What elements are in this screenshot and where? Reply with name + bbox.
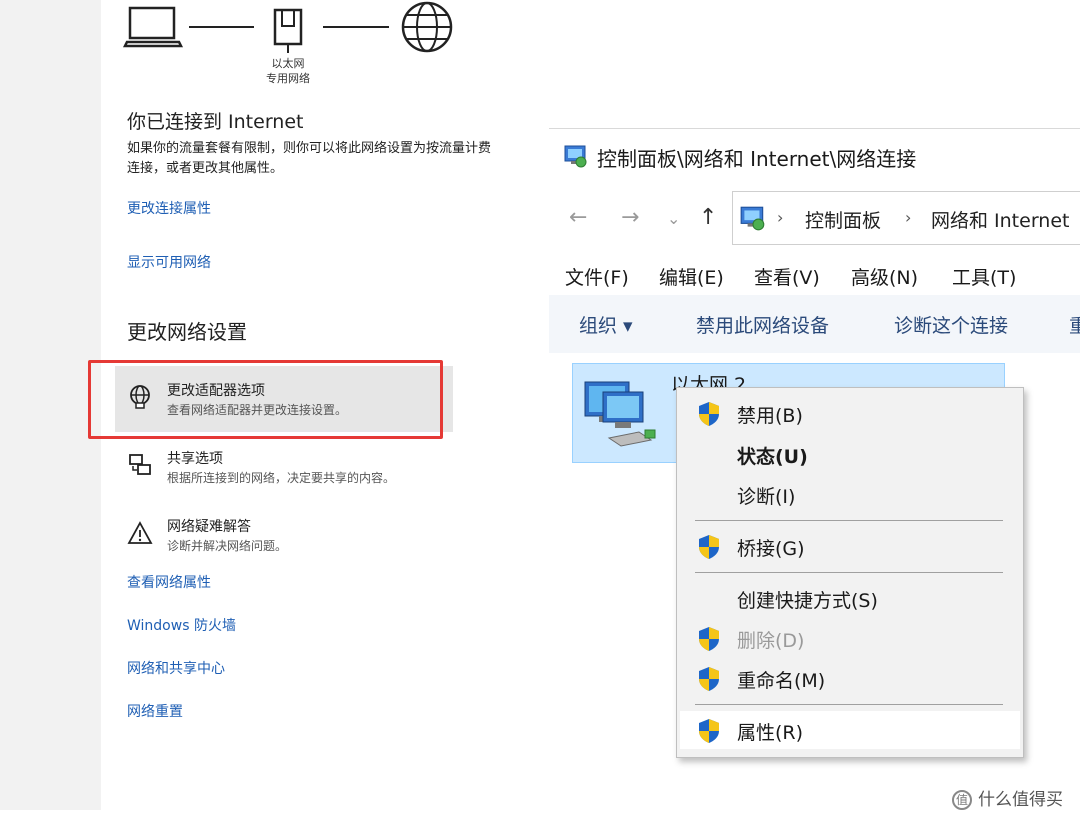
ctx-status[interactable]: 状态(U) [677, 435, 1023, 473]
ethernet-label: 以太网 专用网络 [253, 56, 323, 86]
forward-arrow-icon[interactable]: → [621, 205, 639, 230]
ethernet-name: 以太网 [271, 57, 305, 70]
sharing-icon [129, 454, 151, 475]
ethernet-icon [273, 8, 303, 53]
connected-description: 如果你的流量套餐有限制，则你可以将此网络设置为按流量计费 连接，或者更改其他属性… [127, 139, 557, 179]
network-sharing-center-link[interactable]: 网络和共享中心 [127, 658, 225, 678]
uac-shield-icon [699, 535, 719, 559]
menu-file[interactable]: 文件(F) [565, 263, 629, 290]
sharing-options[interactable]: 共享选项 根据所连接到的网络，决定要共享的内容。 [115, 436, 453, 502]
breadcrumb-separator-icon: › [905, 208, 912, 227]
left-strip [0, 0, 101, 810]
ctx-rename[interactable]: 重命名(M) [677, 659, 1023, 697]
ctx-properties[interactable]: 属性(R) [680, 711, 1020, 749]
menu-tools[interactable]: 工具(T) [952, 263, 1016, 290]
ctx-disable[interactable]: 禁用(B) [677, 394, 1023, 432]
menu-edit[interactable]: 编辑(E) [659, 263, 724, 290]
network-diagram [122, 1, 453, 53]
option-title: 共享选项 [167, 451, 223, 467]
menu-bar: 文件(F) 编辑(E) 查看(V) 高级(N) 工具(T) [549, 259, 1080, 295]
watermark-text: 什么值得买 [978, 790, 1063, 810]
command-bar: 组织 ▾ 禁用此网络设备 诊断这个连接 重 [549, 295, 1080, 353]
network-troubleshooter[interactable]: 网络疑难解答 诊断并解决网络问题。 [115, 504, 453, 570]
windows-firewall-link[interactable]: Windows 防火墙 [127, 615, 236, 635]
navigation-bar: ← → ⌄ ↑ › 控制面板 › 网络和 Internet [549, 191, 1080, 247]
warning-icon [127, 521, 153, 544]
uac-shield-icon [699, 667, 719, 691]
watermark: 值什么值得买 [952, 785, 1063, 810]
change-connection-properties-link[interactable]: 更改连接属性 [127, 198, 211, 218]
context-menu: 禁用(B) 状态(U) 诊断(I) 桥接(G) 创建快捷方式(S) 删除(D) … [676, 387, 1024, 758]
breadcrumb-control-panel[interactable]: 控制面板 [805, 206, 881, 233]
network-reset-link[interactable]: 网络重置 [127, 701, 183, 721]
ctx-label: 桥接(G) [737, 538, 805, 560]
uac-shield-icon [699, 719, 719, 743]
view-network-properties-link[interactable]: 查看网络属性 [127, 572, 211, 592]
connected-desc-line1: 如果你的流量套餐有限制，则你可以将此网络设置为按流量计费 [127, 141, 492, 156]
overflow-command-button[interactable]: 重 [1069, 311, 1080, 338]
uac-shield-icon [699, 402, 719, 426]
organize-button[interactable]: 组织 ▾ [579, 311, 633, 338]
change-network-settings-heading: 更改网络设置 [127, 320, 247, 344]
control-panel-icon [564, 145, 587, 168]
address-bar[interactable]: › 控制面板 › 网络和 Internet [732, 191, 1080, 245]
ctx-label: 诊断(I) [737, 486, 796, 508]
ctx-delete[interactable]: 删除(D) [677, 619, 1023, 657]
menu-separator [695, 572, 1003, 573]
up-arrow-icon[interactable]: ↑ [699, 205, 717, 230]
menu-separator [695, 520, 1003, 521]
ethernet-profile: 专用网络 [266, 72, 310, 85]
highlight-annotation-box [88, 360, 443, 439]
ctx-label: 创建快捷方式(S) [737, 590, 878, 612]
ctx-diagnose[interactable]: 诊断(I) [677, 475, 1023, 513]
network-adapter-icon [584, 381, 656, 447]
menu-separator [695, 704, 1003, 705]
connected-desc-line2: 连接，或者更改其他属性。 [127, 161, 284, 176]
show-available-networks-link[interactable]: 显示可用网络 [127, 252, 211, 272]
menu-view[interactable]: 查看(V) [754, 263, 820, 290]
ctx-label: 删除(D) [737, 630, 805, 652]
breadcrumb-network-internet[interactable]: 网络和 Internet [931, 206, 1069, 233]
back-arrow-icon[interactable]: ← [569, 205, 587, 230]
menu-advanced[interactable]: 高级(N) [851, 263, 918, 290]
ctx-bridge[interactable]: 桥接(G) [677, 527, 1023, 565]
ctx-label: 禁用(B) [737, 405, 803, 427]
control-panel-icon [740, 206, 765, 231]
connected-title: 你已连接到 Internet [127, 111, 304, 133]
window-title: 控制面板\网络和 Internet\网络连接 [597, 147, 917, 171]
laptop-icon [122, 6, 184, 48]
diagnose-connection-button[interactable]: 诊断这个连接 [894, 311, 1008, 338]
ctx-label: 状态(U) [737, 446, 808, 468]
uac-shield-icon [699, 627, 719, 651]
ctx-label: 属性(R) [737, 722, 804, 744]
watermark-logo-icon: 值 [952, 790, 972, 810]
ctx-label: 重命名(M) [737, 670, 826, 692]
option-title: 网络疑难解答 [167, 519, 251, 535]
option-subtitle: 根据所连接到的网络，决定要共享的内容。 [167, 471, 396, 485]
disable-device-button[interactable]: 禁用此网络设备 [696, 311, 829, 338]
recent-locations-chevron-icon[interactable]: ⌄ [667, 209, 680, 228]
globe-icon [401, 1, 453, 53]
ctx-create-shortcut[interactable]: 创建快捷方式(S) [677, 579, 1023, 617]
option-subtitle: 诊断并解决网络问题。 [167, 539, 288, 553]
breadcrumb-separator-icon: › [777, 208, 784, 227]
